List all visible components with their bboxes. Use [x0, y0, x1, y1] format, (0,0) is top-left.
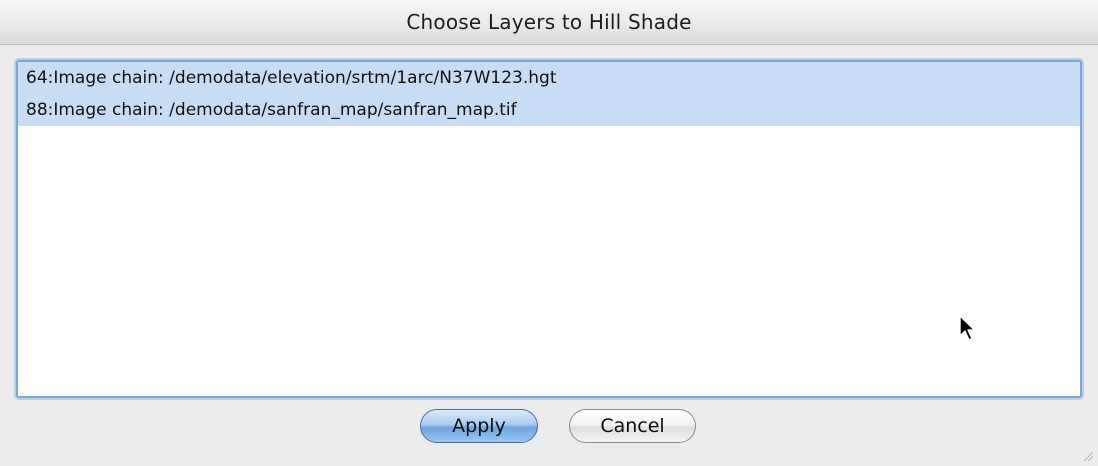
window-title: Choose Layers to Hill Shade	[406, 10, 692, 34]
resize-grip-icon[interactable]	[1082, 450, 1094, 462]
list-item-layer-88[interactable]: 88:Image chain: /demodata/sanfran_map/sa…	[18, 94, 1080, 126]
title-bar[interactable]: Choose Layers to Hill Shade	[0, 0, 1098, 45]
layers-list-items: 64:Image chain: /demodata/elevation/srtm…	[18, 62, 1080, 126]
layers-list[interactable]: 64:Image chain: /demodata/elevation/srtm…	[16, 60, 1082, 398]
button-row: Apply Cancel	[0, 409, 1098, 449]
apply-button[interactable]: Apply	[420, 409, 538, 443]
list-item-layer-64[interactable]: 64:Image chain: /demodata/elevation/srtm…	[18, 62, 1080, 94]
arrow-cursor-icon	[959, 315, 976, 341]
cancel-button[interactable]: Cancel	[569, 409, 696, 443]
dialog-window: Choose Layers to Hill Shade 64:Image cha…	[0, 0, 1098, 466]
